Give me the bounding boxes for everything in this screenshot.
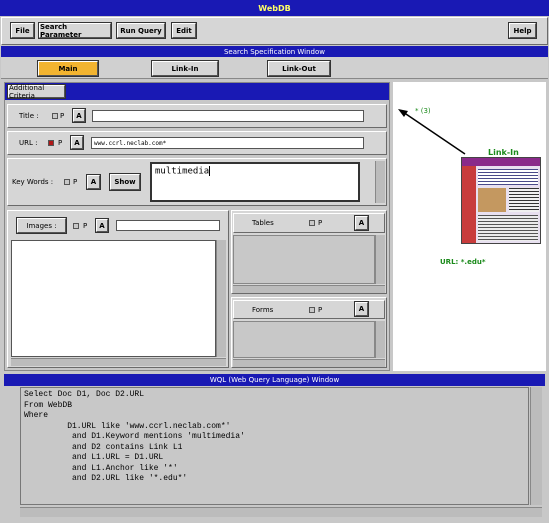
wql-hscrollbar[interactable]: [20, 507, 542, 517]
images-vscrollbar[interactable]: [216, 240, 226, 357]
forms-list[interactable]: [233, 321, 375, 358]
graph-edge-line: [402, 111, 466, 155]
thumbnail-block-2: [478, 188, 506, 212]
graph-node-label: Link-In: [488, 148, 519, 157]
wql-line: Where: [24, 411, 49, 420]
graph-edge-arrowhead: [398, 109, 408, 117]
wql-line: Select Doc D1, Doc D2.URL: [24, 390, 145, 399]
keywords-text: multimedia: [155, 166, 210, 177]
tables-a-button[interactable]: A: [355, 216, 368, 230]
tables-list[interactable]: [233, 235, 375, 284]
search-parameter-menu-button[interactable]: Search Parameter: [39, 23, 111, 39]
keywords-p-checkbox[interactable]: [64, 179, 70, 185]
images-a-button[interactable]: A: [96, 219, 108, 232]
images-list[interactable]: [11, 240, 216, 357]
tables-label: Tables: [252, 219, 274, 227]
search-spec-title: Search Specification Window: [223, 47, 326, 56]
forms-p-checkbox[interactable]: [309, 307, 315, 313]
wql-line: and L1.URL = D1.URL: [24, 453, 164, 462]
tables-vscrollbar[interactable]: [375, 235, 385, 284]
wql-title: WQL (Web Query Language) Window: [209, 376, 340, 384]
wql-line: and D1.Keyword mentions 'multimedia': [24, 432, 245, 441]
images-label-button[interactable]: Images :: [17, 218, 66, 233]
images-hscrollbar[interactable]: [11, 358, 226, 366]
file-menu-button[interactable]: File: [11, 23, 34, 38]
url-input[interactable]: www.ccrl.neclab.com*: [91, 137, 364, 149]
wql-line: and D2 contains Link L1: [24, 442, 183, 452]
forms-hscrollbar[interactable]: [233, 359, 385, 367]
search-spec-title-bar: Search Specification Window: [1, 46, 548, 57]
graph-node-url-label: URL: *.edu*: [440, 258, 486, 266]
tab-main[interactable]: Main: [38, 61, 98, 76]
wql-editor[interactable]: Select Doc D1, Doc D2.URL From WebDB Whe…: [20, 387, 529, 505]
tables-p-checkbox[interactable]: [309, 220, 315, 226]
forms-p-label: P: [318, 306, 323, 314]
title-input[interactable]: [92, 110, 364, 122]
forms-a-button[interactable]: A: [355, 302, 368, 316]
url-a-button[interactable]: A: [71, 136, 83, 149]
graph-edge-label: * (3): [415, 107, 431, 115]
images-input[interactable]: [116, 220, 220, 231]
keywords-p-label: P: [73, 178, 78, 186]
tab-link-in[interactable]: Link-In: [152, 61, 218, 76]
url-label: URL :: [19, 139, 38, 147]
tables-p-label: P: [318, 219, 323, 227]
tab-additional-criteria[interactable]: Additional Criteria: [8, 84, 65, 100]
forms-vscrollbar[interactable]: [375, 321, 385, 358]
keywords-textarea[interactable]: multimedia: [150, 162, 360, 202]
thumbnail-header: [462, 158, 540, 166]
wql-line: and L1.Anchor like '*': [24, 463, 178, 473]
wql-line: D1.URL like 'www.ccrl.neclab.com*': [24, 421, 231, 431]
tables-hscrollbar[interactable]: [233, 285, 385, 293]
window-title: WebDB: [258, 3, 291, 13]
images-p-checkbox[interactable]: [73, 223, 79, 229]
wql-vscrollbar[interactable]: [530, 387, 542, 505]
keywords-show-button[interactable]: Show: [110, 174, 140, 190]
title-label: Title :: [19, 112, 39, 120]
thumbnail-block-3: [509, 188, 539, 212]
thumbnail-block-4: [478, 215, 538, 241]
wql-line: From WebDB: [24, 400, 73, 410]
wql-line: and D2.URL like '*.edu*': [24, 474, 188, 483]
title-a-button[interactable]: A: [73, 109, 85, 122]
title-p-checkbox[interactable]: [52, 113, 58, 119]
graph-node-thumbnail[interactable]: [461, 157, 541, 244]
images-p-label: P: [83, 222, 88, 230]
run-query-button[interactable]: Run Query: [117, 23, 165, 38]
url-p-label: P: [58, 139, 63, 147]
tab-link-out[interactable]: Link-Out: [268, 61, 330, 76]
help-button[interactable]: Help: [509, 23, 536, 38]
edit-menu-button[interactable]: Edit: [172, 23, 196, 38]
thumbnail-block-1: [478, 169, 538, 185]
keywords-a-button[interactable]: A: [87, 175, 100, 189]
forms-label: Forms: [252, 306, 274, 314]
text-cursor: [209, 166, 211, 176]
window-title-bar: WebDB: [0, 0, 549, 16]
keywords-scrollbar[interactable]: [375, 161, 385, 203]
keywords-label: Key Words :: [12, 178, 54, 186]
title-p-label: P: [60, 112, 65, 120]
thumbnail-sidebar: [462, 166, 476, 243]
url-p-checkbox[interactable]: [48, 140, 54, 146]
wql-title-bar: WQL (Web Query Language) Window: [4, 374, 545, 386]
